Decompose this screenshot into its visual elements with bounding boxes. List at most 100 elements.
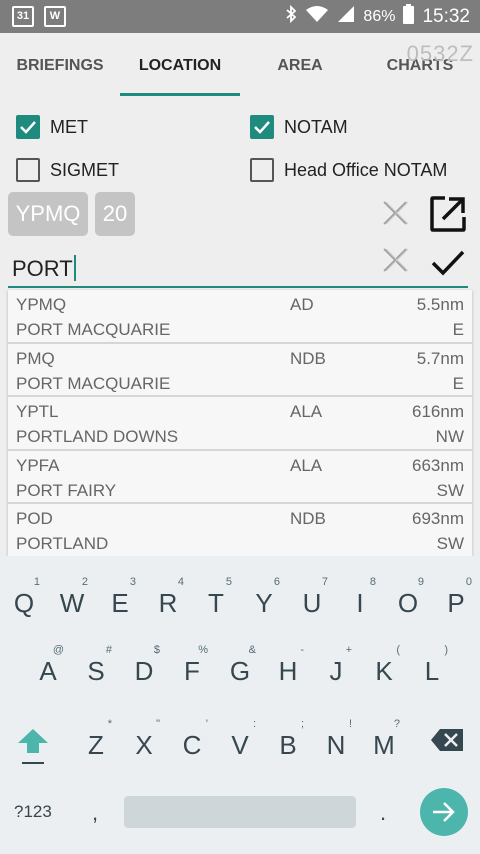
key-c[interactable]: ' C <box>168 712 216 772</box>
head-office-notam-checkbox[interactable] <box>250 158 274 182</box>
key-hint: 1 <box>33 576 40 588</box>
result-item[interactable]: YPFA ALA 663nm PORT FAIRY SW <box>8 451 472 504</box>
key-m[interactable]: ? M <box>360 712 408 772</box>
word-app-icon: W <box>44 6 66 27</box>
key-i[interactable]: 8I <box>336 570 384 630</box>
battery-icon <box>403 4 415 29</box>
met-checkbox[interactable] <box>16 115 40 139</box>
key-d[interactable]: $ D <box>120 638 168 698</box>
key-hint: 5 <box>225 576 232 588</box>
search-results-list: YPMQ AD 5.5nm PORT MACQUARIE E PMQ NDB 5… <box>8 290 472 556</box>
result-item[interactable]: POD NDB 693nm PORTLAND SW <box>8 504 472 556</box>
sigmet-checkbox[interactable] <box>16 158 40 182</box>
sigmet-checkbox-row[interactable]: SIGMET <box>16 155 119 185</box>
soft-keyboard: 1 Q 2 W 3 E 4 R 5 T 6 Y 7 U 8 I 9 O 0 P @ A # S $ D% F & G - H + J(K) L * Z… <box>0 556 480 854</box>
symbols-key[interactable]: ?123 <box>14 802 52 822</box>
radius-chip[interactable]: 20 <box>95 192 135 236</box>
key-letter: R <box>158 588 178 618</box>
tab-briefings[interactable]: BRIEFINGS <box>0 33 120 97</box>
key-a[interactable]: @ A <box>24 638 72 698</box>
key-o[interactable]: 9O <box>384 570 432 630</box>
key-letter: D <box>134 656 154 686</box>
notam-checkbox-row[interactable]: NOTAM <box>250 112 348 142</box>
key-v[interactable]: :V <box>216 712 264 772</box>
key-k[interactable]: (K <box>360 638 408 698</box>
key-x[interactable]: " X <box>120 712 168 772</box>
key-z[interactable]: * Z <box>72 712 120 772</box>
key-letter: B <box>279 730 297 760</box>
key-letter: U <box>302 588 322 618</box>
location-code-chip[interactable]: YPMQ <box>8 192 88 236</box>
check-icon <box>20 121 36 134</box>
result-code: YPTL <box>16 402 59 421</box>
period-key[interactable]: . <box>380 800 386 826</box>
result-item[interactable]: YPTL ALA 616nm PORTLAND DOWNS NW <box>8 397 472 451</box>
key-n[interactable]: ! N <box>312 712 360 772</box>
key-letter: P <box>447 588 465 618</box>
shift-key-icon[interactable] <box>16 726 50 756</box>
head-office-notam-label: Head Office NOTAM <box>284 159 448 180</box>
backspace-key-icon[interactable] <box>428 726 466 754</box>
key-hint: ) <box>444 644 448 656</box>
key-hint: : <box>252 718 256 730</box>
wifi-icon <box>305 5 329 28</box>
enter-key[interactable] <box>420 788 468 836</box>
tab-bar: BRIEFINGS LOCATION AREA CHARTS 0532Z <box>0 33 480 97</box>
sigmet-label: SIGMET <box>50 159 120 180</box>
met-label: MET <box>50 116 88 137</box>
result-direction: NW <box>435 427 464 446</box>
key-letter: C <box>182 730 202 760</box>
key-f[interactable]: % F <box>168 638 216 698</box>
key-h[interactable]: -H <box>264 638 312 698</box>
key-hint: - <box>300 644 304 656</box>
result-name: PORT MACQUARIE <box>16 320 171 339</box>
key-letter: G <box>229 656 251 686</box>
key-hint: & <box>248 644 256 656</box>
key-u[interactable]: 7U <box>288 570 336 630</box>
key-e[interactable]: 3E <box>96 570 144 630</box>
notam-checkbox[interactable] <box>250 115 274 139</box>
clear-search-icon[interactable] <box>378 243 412 277</box>
calendar-icon: 31 <box>12 6 34 27</box>
key-y[interactable]: 6Y <box>240 570 288 630</box>
key-s[interactable]: # S <box>72 638 120 698</box>
key-p[interactable]: 0P <box>432 570 480 630</box>
result-direction: E <box>452 373 464 393</box>
space-key[interactable] <box>124 796 356 828</box>
key-letter: Y <box>255 588 273 618</box>
clear-location-icon[interactable] <box>378 196 412 230</box>
tab-area[interactable]: AREA <box>240 33 360 97</box>
confirm-check-icon[interactable] <box>430 246 466 280</box>
key-l[interactable]: ) L <box>408 638 456 698</box>
clock: 15:32 <box>422 5 470 27</box>
result-item[interactable]: YPMQ AD 5.5nm PORT MACQUARIE E <box>8 290 472 344</box>
comma-key[interactable]: , <box>92 800 98 826</box>
key-g[interactable]: & G <box>216 638 264 698</box>
key-letter: Z <box>88 730 104 760</box>
key-letter: V <box>231 730 249 760</box>
result-name: PORTLAND <box>16 534 109 553</box>
met-checkbox-row[interactable]: MET <box>16 112 88 142</box>
key-hint: @ <box>52 644 64 656</box>
result-item[interactable]: PMQ NDB 5.7nm PORT MACQUARIE E <box>8 344 472 397</box>
key-hint: " <box>156 718 160 730</box>
key-t[interactable]: 5T <box>192 570 240 630</box>
key-q[interactable]: 1Q <box>0 570 48 630</box>
key-hint: # <box>105 644 112 656</box>
key-j[interactable]: + J <box>312 638 360 698</box>
key-letter: N <box>326 730 346 760</box>
notam-label: NOTAM <box>284 116 348 137</box>
key-hint: 2 <box>81 576 88 588</box>
arrow-right-icon <box>433 802 455 822</box>
head-office-notam-checkbox-row[interactable]: Head Office NOTAM <box>250 155 447 185</box>
open-external-icon[interactable] <box>428 194 468 234</box>
key-hint: $ <box>153 644 160 656</box>
key-b[interactable]: ; B <box>264 712 312 772</box>
result-type: ALA <box>290 402 323 421</box>
key-r[interactable]: 4R <box>144 570 192 630</box>
location-search-input[interactable]: PORT <box>12 252 368 286</box>
result-code: PMQ <box>16 348 55 368</box>
tab-location[interactable]: LOCATION <box>120 33 240 97</box>
key-w[interactable]: 2W <box>48 570 96 630</box>
search-value: PORT <box>12 256 73 281</box>
